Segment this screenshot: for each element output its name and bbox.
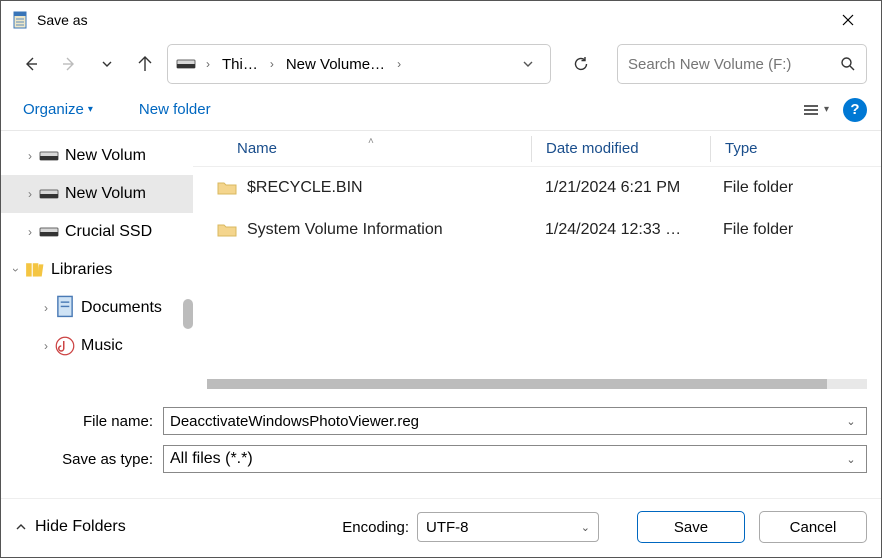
horizontal-scrollbar[interactable] xyxy=(207,379,867,389)
navigation-row: › Thi… › New Volume… › xyxy=(1,39,881,89)
toolbar: Organize ▾ New folder ▾ ? xyxy=(1,89,881,131)
new-folder-button[interactable]: New folder xyxy=(131,97,219,122)
folder-icon xyxy=(217,180,237,196)
chevron-right-icon[interactable]: › xyxy=(21,149,39,163)
filename-field[interactable]: ⌄ xyxy=(163,407,867,435)
chevron-right-icon[interactable]: › xyxy=(21,225,39,239)
tree-item-music[interactable]: › Music xyxy=(1,327,193,365)
savetype-field[interactable]: All files (*.*) ⌄ xyxy=(163,445,867,473)
tree-item-label: New Volum xyxy=(65,185,146,203)
chevron-right-icon[interactable]: › xyxy=(266,57,278,71)
file-type: File folder xyxy=(709,179,881,197)
encoding-label: Encoding: xyxy=(342,519,409,536)
chevron-down-icon: ▾ xyxy=(88,104,93,115)
filename-input[interactable] xyxy=(170,413,842,430)
recent-dropdown[interactable] xyxy=(91,48,123,80)
save-button[interactable]: Save xyxy=(637,511,745,543)
chevron-down-icon: ⌄ xyxy=(581,521,590,534)
search-input[interactable] xyxy=(628,56,840,73)
address-dropdown[interactable] xyxy=(514,50,542,78)
tree-item-libraries[interactable]: › Libraries xyxy=(1,251,193,289)
organize-button[interactable]: Organize ▾ xyxy=(15,97,101,122)
sort-indicator-icon: ˄ xyxy=(368,136,374,147)
file-date: 1/24/2024 12:33 … xyxy=(531,221,709,239)
chevron-right-icon[interactable]: › xyxy=(21,187,39,201)
file-type: File folder xyxy=(709,221,881,239)
tree-item-label: Crucial SSD xyxy=(65,223,152,241)
breadcrumb-item[interactable]: Thi… xyxy=(218,52,262,77)
address-bar[interactable]: › Thi… › New Volume… › xyxy=(167,44,551,84)
column-header-date[interactable]: Date modified xyxy=(532,140,710,157)
drive-icon xyxy=(176,57,196,71)
encoding-value: UTF-8 xyxy=(426,519,469,536)
title-bar: Save as xyxy=(1,1,881,39)
drive-icon xyxy=(39,148,59,164)
window-title: Save as xyxy=(37,12,88,28)
drive-icon xyxy=(39,224,59,240)
dropdown-icon[interactable]: ⌄ xyxy=(842,453,860,466)
footer: Hide Folders Encoding: UTF-8 ⌄ Save Canc… xyxy=(1,498,881,557)
refresh-button[interactable] xyxy=(561,44,601,84)
chevron-up-icon xyxy=(15,521,27,533)
notepad-icon xyxy=(11,11,29,29)
close-button[interactable] xyxy=(825,4,871,36)
tree-item-drive[interactable]: › New Volum xyxy=(1,137,193,175)
file-name: System Volume Information xyxy=(247,221,443,239)
tree-item-label: Libraries xyxy=(51,261,112,279)
chevron-right-icon[interactable]: › xyxy=(202,57,214,71)
libraries-icon xyxy=(25,262,45,278)
tree-item-documents[interactable]: › Documents xyxy=(1,289,193,327)
hide-folders-label: Hide Folders xyxy=(35,518,126,536)
dropdown-icon[interactable]: ⌄ xyxy=(842,415,860,428)
main-area: › New Volum › New Volum › Crucial SSD › … xyxy=(1,131,881,389)
forward-button[interactable] xyxy=(53,48,85,80)
filename-label: File name: xyxy=(15,413,163,430)
column-headers: Name ˄ Date modified Type xyxy=(193,131,881,167)
navigation-tree[interactable]: › New Volum › New Volum › Crucial SSD › … xyxy=(1,131,193,389)
scrollbar-thumb[interactable] xyxy=(183,299,193,329)
tree-item-label: Documents xyxy=(81,299,162,317)
scrollbar-thumb[interactable] xyxy=(207,379,827,389)
savetype-value: All files (*.*) xyxy=(170,450,842,468)
encoding-select[interactable]: UTF-8 ⌄ xyxy=(417,512,599,542)
back-button[interactable] xyxy=(15,48,47,80)
hide-folders-button[interactable]: Hide Folders xyxy=(15,518,126,536)
view-options-button[interactable]: ▾ xyxy=(798,99,833,121)
chevron-down-icon[interactable]: › xyxy=(9,261,23,279)
file-name: $RECYCLE.BIN xyxy=(247,179,363,197)
search-box[interactable] xyxy=(617,44,867,84)
documents-icon xyxy=(55,300,75,316)
tree-item-drive[interactable]: › New Volum xyxy=(1,175,193,213)
chevron-right-icon[interactable]: › xyxy=(37,301,55,315)
folder-icon xyxy=(217,222,237,238)
up-button[interactable] xyxy=(129,48,161,80)
chevron-right-icon[interactable]: › xyxy=(37,339,55,353)
music-icon xyxy=(55,338,75,354)
form-area: File name: ⌄ Save as type: All files (*.… xyxy=(1,389,881,489)
help-button[interactable]: ? xyxy=(843,98,867,122)
file-date: 1/21/2024 6:21 PM xyxy=(531,179,709,197)
tree-item-label: Music xyxy=(81,337,123,355)
search-icon[interactable] xyxy=(840,56,856,72)
drive-icon xyxy=(39,186,59,202)
cancel-button[interactable]: Cancel xyxy=(759,511,867,543)
column-header-name[interactable]: Name ˄ xyxy=(193,140,531,157)
organize-label: Organize xyxy=(23,101,84,118)
file-list: Name ˄ Date modified Type $RECYCLE.BIN 1… xyxy=(193,131,881,389)
breadcrumb-item[interactable]: New Volume… xyxy=(282,52,389,77)
tree-item-label: New Volum xyxy=(65,147,146,165)
savetype-label: Save as type: xyxy=(15,451,163,468)
file-row[interactable]: System Volume Information 1/24/2024 12:3… xyxy=(193,209,881,251)
tree-item-drive[interactable]: › Crucial SSD xyxy=(1,213,193,251)
chevron-right-icon[interactable]: › xyxy=(393,57,405,71)
file-row[interactable]: $RECYCLE.BIN 1/21/2024 6:21 PM File fold… xyxy=(193,167,881,209)
column-header-type[interactable]: Type xyxy=(711,140,881,157)
